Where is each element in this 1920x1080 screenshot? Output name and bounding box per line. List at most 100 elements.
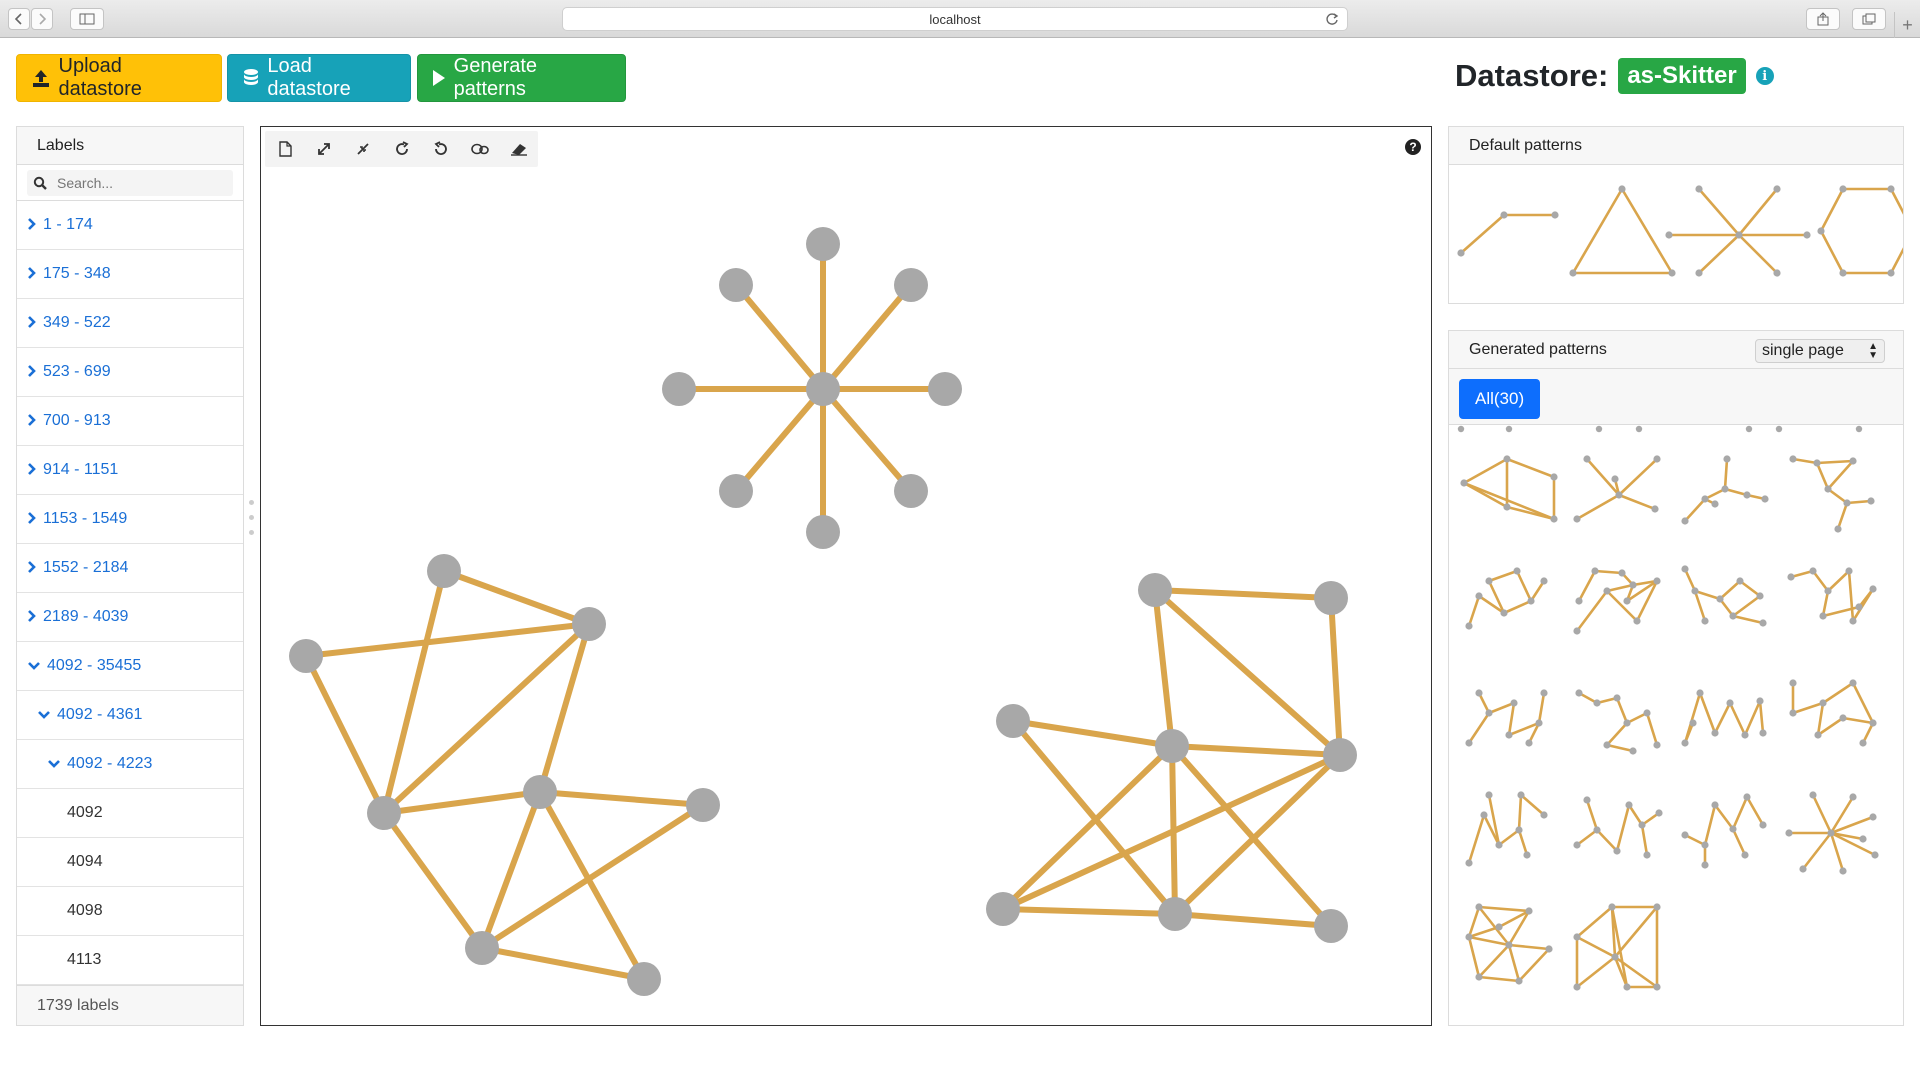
pattern-node[interactable]: [1653, 741, 1661, 749]
pattern-node[interactable]: [1475, 973, 1483, 981]
pattern-node[interactable]: [1785, 829, 1793, 837]
pattern-edge[interactable]: [1497, 828, 1521, 847]
pattern-node[interactable]: [1503, 503, 1511, 511]
pattern-edge[interactable]: [1617, 493, 1657, 511]
generated-pattern[interactable]: [1789, 679, 1877, 747]
generated-pattern[interactable]: [1789, 455, 1875, 533]
label-group[interactable]: 349 - 522: [17, 299, 243, 348]
edge[interactable]: [1328, 595, 1343, 758]
pattern-node[interactable]: [1743, 491, 1751, 499]
pattern-node[interactable]: [1638, 821, 1646, 829]
pattern-node[interactable]: [1465, 933, 1473, 941]
generated-pattern[interactable]: [1465, 567, 1548, 630]
pattern-node[interactable]: [1799, 865, 1807, 873]
pattern-node[interactable]: [1500, 609, 1508, 617]
edge[interactable]: [1152, 587, 1175, 749]
pattern-node[interactable]: [1611, 475, 1619, 483]
pattern-edge[interactable]: [1517, 947, 1551, 983]
pattern-node[interactable]: [1500, 211, 1508, 219]
node[interactable]: [662, 372, 696, 406]
pattern-node[interactable]: [1535, 719, 1543, 727]
edge[interactable]: [1169, 743, 1343, 758]
pattern-edge[interactable]: [1615, 803, 1631, 853]
edge[interactable]: [381, 568, 447, 816]
pattern-node[interactable]: [1849, 457, 1857, 465]
pattern-edge[interactable]: [1505, 457, 1556, 479]
pattern-edge[interactable]: [1477, 905, 1531, 913]
pattern-edge[interactable]: [1605, 721, 1629, 747]
edge[interactable]: [303, 621, 592, 659]
pattern-node[interactable]: [1759, 619, 1767, 627]
pattern-node[interactable]: [1615, 491, 1623, 499]
pattern-node[interactable]: [1729, 612, 1737, 620]
pattern-node[interactable]: [1608, 903, 1616, 911]
pattern-edge[interactable]: [1575, 955, 1617, 989]
pattern-node[interactable]: [1540, 811, 1548, 819]
pattern-node[interactable]: [1701, 617, 1709, 625]
pattern-node[interactable]: [1583, 796, 1591, 804]
pattern-node[interactable]: [1839, 714, 1847, 722]
pattern-node[interactable]: [1523, 851, 1531, 859]
pattern-edge[interactable]: [1519, 793, 1546, 817]
triangle-pattern-icon[interactable]: [1569, 185, 1676, 277]
generated-pattern[interactable]: [1573, 796, 1663, 859]
pattern-node[interactable]: [1573, 515, 1581, 523]
generated-pattern[interactable]: [1465, 689, 1548, 747]
pattern-node[interactable]: [1653, 983, 1661, 991]
generated-pattern[interactable]: [1785, 791, 1879, 875]
pattern-node[interactable]: [1723, 455, 1731, 463]
pattern-node[interactable]: [1633, 617, 1641, 625]
pattern-node[interactable]: [1695, 269, 1703, 277]
pattern-node[interactable]: [1460, 479, 1468, 487]
pattern-edge[interactable]: [1728, 701, 1747, 737]
tab-all[interactable]: All(30): [1459, 379, 1541, 419]
label-group[interactable]: 700 - 913: [17, 397, 243, 446]
edge[interactable]: [479, 945, 647, 982]
label-item[interactable]: 4098: [17, 887, 243, 936]
node[interactable]: [1314, 909, 1348, 943]
node[interactable]: [719, 268, 753, 302]
pattern-node[interactable]: [1623, 597, 1631, 605]
pattern-edge[interactable]: [1836, 501, 1849, 531]
pattern-node[interactable]: [1540, 577, 1548, 585]
pattern-node[interactable]: [1756, 697, 1764, 705]
pattern-node[interactable]: [1681, 565, 1689, 573]
pattern-node[interactable]: [1635, 425, 1643, 433]
pattern-edge[interactable]: [1605, 743, 1635, 753]
default-patterns-list[interactable]: [1449, 165, 1917, 303]
pattern-edge[interactable]: [1723, 457, 1729, 491]
pattern-edge[interactable]: [1693, 589, 1722, 601]
pattern-node[interactable]: [1814, 731, 1822, 739]
pattern-node[interactable]: [1575, 597, 1583, 605]
load-datastore-button[interactable]: Load datastore: [227, 54, 411, 102]
pattern-edge[interactable]: [1841, 716, 1875, 725]
generated-pattern[interactable]: [1573, 567, 1661, 635]
pattern-edge[interactable]: [1477, 975, 1521, 983]
pattern-edge[interactable]: [1507, 943, 1521, 983]
path-pattern-icon[interactable]: [1457, 211, 1559, 257]
pattern-edge[interactable]: [1821, 681, 1855, 705]
edge[interactable]: [303, 653, 387, 816]
pattern-edge[interactable]: [1605, 589, 1639, 623]
pattern-node[interactable]: [1465, 859, 1473, 867]
graph-drawing[interactable]: [261, 127, 1431, 1025]
pattern-node[interactable]: [1859, 739, 1867, 747]
label-group[interactable]: 1153 - 1549: [17, 495, 243, 544]
pattern-node[interactable]: [1515, 826, 1523, 834]
pattern-edge[interactable]: [1507, 943, 1551, 951]
pattern-node[interactable]: [1761, 495, 1769, 503]
generated-pattern[interactable]: [1465, 791, 1548, 867]
edge[interactable]: [479, 789, 543, 951]
pattern-node[interactable]: [1457, 425, 1465, 433]
pattern-node[interactable]: [1525, 739, 1533, 747]
label-group[interactable]: 1552 - 2184: [17, 544, 243, 593]
pattern-edge[interactable]: [1697, 233, 1741, 275]
pattern-node[interactable]: [1819, 699, 1827, 707]
label-group[interactable]: 4092 - 4361: [17, 691, 243, 740]
node[interactable]: [894, 474, 928, 508]
pattern-edge[interactable]: [1845, 499, 1873, 505]
pattern-edge[interactable]: [1517, 828, 1529, 857]
upload-datastore-button[interactable]: Upload datastore: [16, 54, 222, 102]
label-item[interactable]: 4092: [17, 789, 243, 838]
node[interactable]: [1155, 729, 1189, 763]
